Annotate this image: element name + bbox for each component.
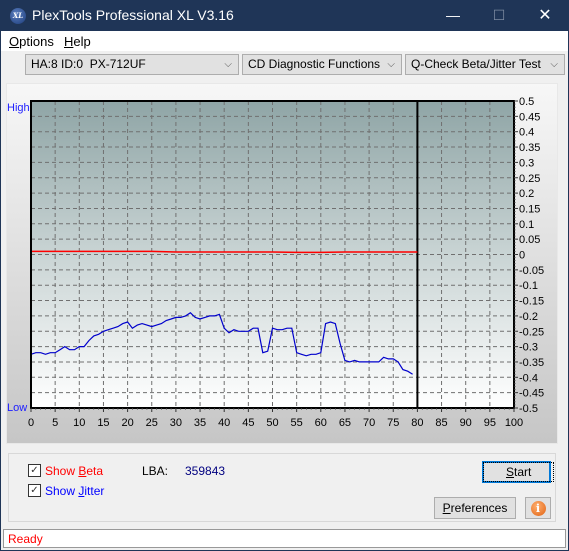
menu-bar: Options Help (1, 31, 568, 51)
status-text: Ready (8, 532, 43, 546)
show-jitter-label[interactable]: Show Jitter (45, 484, 104, 498)
show-beta-text-post: eta (86, 464, 104, 478)
chevron-down-icon: ⌵ (387, 59, 395, 70)
show-jitter-text-post: itter (84, 484, 105, 498)
drive-select-value: HA:8 ID:0 PX-712UF (31, 57, 146, 71)
show-beta-text-pre: Show (45, 464, 79, 478)
chevron-down-icon: ⌵ (550, 59, 558, 70)
maximize-button[interactable]: ☐ (476, 0, 522, 31)
status-bar: Ready (3, 529, 566, 548)
close-button[interactable]: ✕ (522, 0, 568, 31)
menu-options-label: ptions (19, 34, 54, 49)
function-select[interactable]: CD Diagnostic Functions ⌵ (242, 54, 402, 75)
drive-select[interactable]: HA:8 ID:0 PX-712UF ⌵ (25, 54, 239, 75)
minimize-button[interactable]: — (430, 0, 476, 31)
menu-help[interactable]: Help (64, 34, 91, 49)
lba-value: 359843 (185, 464, 226, 478)
start-label: tart (514, 465, 532, 479)
info-button[interactable]: i (525, 497, 551, 519)
menu-help-label: elp (73, 34, 91, 49)
start-accel: S (506, 465, 515, 479)
info-icon: i (530, 501, 546, 516)
menu-help-accel: H (64, 34, 74, 49)
control-panel: ✓ Show Beta ✓ Show Jitter LBA: 359843 St… (8, 453, 556, 522)
chevron-down-icon: ⌵ (224, 59, 232, 70)
show-beta-checkbox[interactable]: ✓ (28, 464, 41, 477)
test-select[interactable]: Q-Check Beta/Jitter Test ⌵ (405, 54, 565, 75)
show-beta-label[interactable]: Show Beta (45, 464, 103, 478)
window-title: PlexTools Professional XL V3.16 (32, 7, 234, 23)
preferences-accel: P (442, 501, 451, 515)
test-select-value: Q-Check Beta/Jitter Test (411, 57, 541, 71)
app-window: XL PlexTools Professional XL V3.16 — ☐ ✕… (1, 0, 568, 550)
title-bar: XL PlexTools Professional XL V3.16 — ☐ ✕ (1, 0, 568, 31)
preferences-button[interactable]: Preferences (434, 497, 516, 519)
function-select-value: CD Diagnostic Functions (248, 57, 381, 71)
menu-options-accel: O (9, 34, 20, 49)
chart-panel (6, 83, 558, 444)
menu-options[interactable]: Options (9, 34, 54, 49)
start-button[interactable]: Start (482, 461, 555, 483)
toolbar: HA:8 ID:0 PX-712UF ⌵ CD Diagnostic Funct… (1, 51, 568, 79)
app-logo-icon: XL (10, 8, 26, 24)
show-jitter-checkbox[interactable]: ✓ (28, 484, 41, 497)
show-jitter-text-pre: Show (45, 484, 79, 498)
lba-label: LBA: (142, 464, 169, 478)
preferences-label: references (450, 501, 508, 515)
